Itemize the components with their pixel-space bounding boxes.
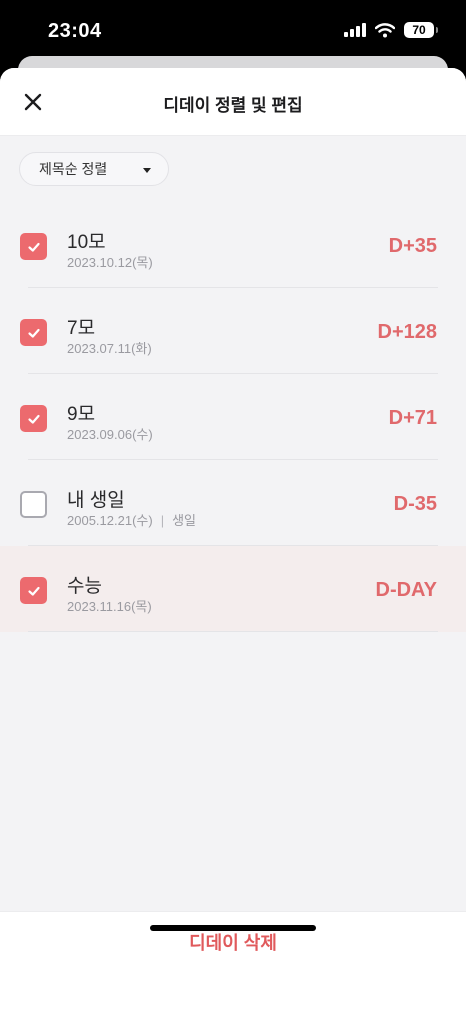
dday-title: 9모: [67, 404, 96, 425]
status-icons: 70: [344, 22, 438, 38]
dday-count: D+35: [388, 235, 437, 257]
checkmark-icon: [27, 414, 40, 424]
dday-date-line: 2023.09.06(수): [67, 424, 153, 443]
sort-dropdown[interactable]: 제목순 정렬: [19, 152, 169, 186]
delete-dday-button[interactable]: 디데이 삭제: [0, 929, 466, 953]
dday-date-line: 2005.12.21(수) | 생일: [67, 510, 196, 529]
dday-count: D-DAY: [375, 579, 438, 601]
battery-icon: 70: [404, 22, 438, 38]
edit-sheet: 디데이 정렬 및 편집 제목순 정렬 10모 2023.10.12(목) D+3…: [0, 68, 466, 1009]
home-indicator[interactable]: [150, 925, 316, 931]
dday-title: 7모: [67, 318, 96, 339]
status-time: 23:04: [48, 20, 102, 42]
dday-date-line: 2023.07.11(화): [67, 338, 152, 357]
battery-level: 70: [412, 23, 426, 37]
dday-count: D+71: [388, 407, 437, 429]
dday-count: D+128: [377, 321, 438, 343]
status-bar: 23:04 70: [0, 0, 466, 62]
checkbox[interactable]: [20, 233, 47, 260]
signal-icon: [344, 23, 366, 37]
dday-item[interactable]: 9모 2023.09.06(수) D+71: [0, 374, 466, 460]
dday-date-line: 2023.10.12(목): [67, 252, 153, 271]
dday-date: 2023.11.16(목): [67, 599, 152, 614]
caret-down-icon: [143, 168, 151, 173]
sheet-header: 디데이 정렬 및 편집: [0, 68, 466, 136]
dday-title: 수능: [67, 576, 102, 597]
checkbox[interactable]: [20, 577, 47, 604]
dday-title: 내 생일: [67, 490, 125, 511]
checkbox[interactable]: [20, 405, 47, 432]
checkmark-icon: [27, 328, 40, 338]
dday-separator: |: [160, 513, 165, 528]
dday-item[interactable]: 7모 2023.07.11(화) D+128: [0, 288, 466, 374]
dday-tag: 생일: [172, 513, 196, 528]
checkmark-icon: [27, 242, 40, 252]
sort-label: 제목순 정렬: [39, 161, 108, 177]
dday-date-line: 2023.11.16(목): [67, 596, 152, 615]
checkmark-icon: [27, 586, 40, 596]
dday-item[interactable]: 10모 2023.10.12(목) D+35: [0, 202, 466, 288]
dday-date: 2005.12.21(수): [67, 513, 153, 528]
dday-date: 2023.09.06(수): [67, 427, 153, 442]
wifi-icon: [375, 22, 395, 37]
dday-count: D-35: [393, 493, 437, 515]
checkbox[interactable]: [20, 491, 47, 518]
page-title: 디데이 정렬 및 편집: [163, 96, 303, 115]
checkbox[interactable]: [20, 319, 47, 346]
dday-date: 2023.10.12(목): [67, 255, 153, 270]
dday-date: 2023.07.11(화): [67, 341, 152, 356]
dday-item[interactable]: 수능 2023.11.16(목) D-DAY: [0, 546, 466, 632]
dday-title: 10모: [67, 232, 106, 253]
dday-list: 10모 2023.10.12(목) D+35 7모 2023.07.11(화) …: [0, 202, 466, 632]
dday-item[interactable]: 내 생일 2005.12.21(수) | 생일 D-35: [0, 460, 466, 546]
divider: [28, 631, 438, 632]
